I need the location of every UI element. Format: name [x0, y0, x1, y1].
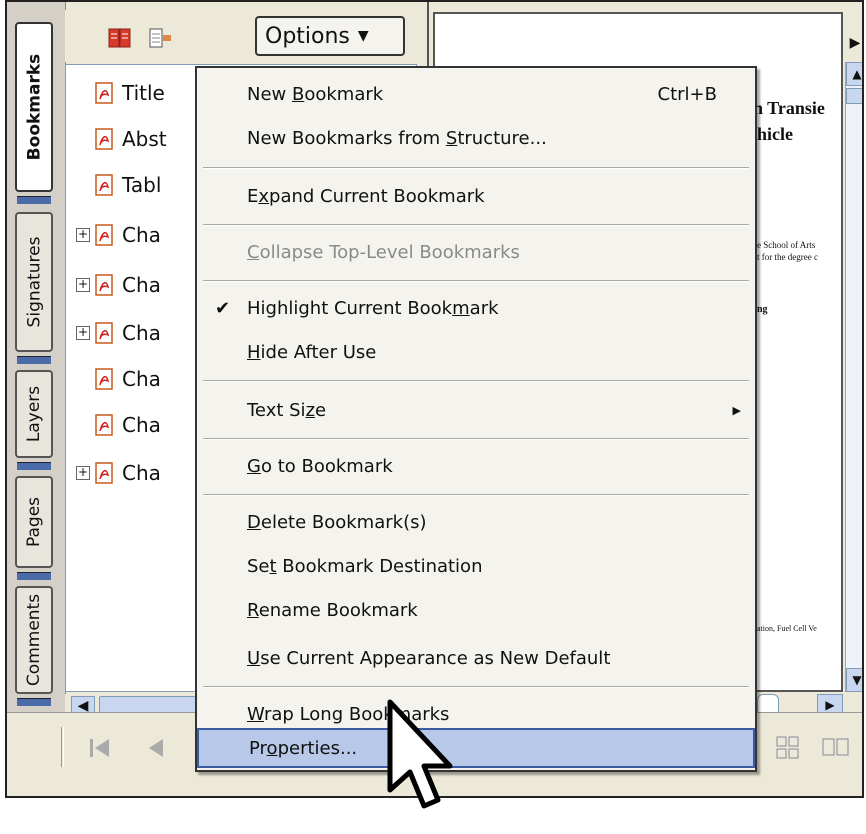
bookmark-label: Cha [122, 321, 161, 345]
menu-separator [203, 380, 749, 382]
new-bookmark-icon[interactable] [147, 26, 173, 50]
navigation-tab-strip: Bookmarks Signatures Layers Pages Commen… [7, 2, 66, 712]
scroll-right-button[interactable]: ▶ [845, 28, 862, 58]
menu-item-collapse-top-level-bookmarks: Collapse Top-Level Bookmarks [247, 241, 520, 263]
previous-page-icon[interactable] [141, 733, 171, 763]
bookmark-label: Tabl [122, 173, 162, 197]
scroll-down-button[interactable]: ▼ [846, 668, 862, 692]
first-page-icon[interactable] [85, 733, 115, 763]
divider [61, 727, 64, 767]
menu-item-expand-current-bookmark[interactable]: Expand Current Bookmark [197, 176, 755, 216]
bookmark-item[interactable]: Abst [76, 119, 167, 159]
bookmark-item[interactable]: + Cha [76, 265, 161, 305]
bookmark-label: Cha [122, 273, 161, 297]
expand-icon[interactable]: + [76, 228, 90, 242]
tab-signatures[interactable]: Signatures [15, 212, 53, 352]
tab-grip [17, 572, 51, 580]
options-menu-button[interactable]: Options ▼ [255, 16, 405, 56]
options-context-menu: New Bookmark Ctrl+B New Bookmarks from S… [195, 66, 757, 772]
pdf-page-icon [95, 462, 113, 484]
menu-item-text-size[interactable]: Text Size ▶ [197, 390, 755, 430]
bookmark-label: Cha [122, 367, 161, 391]
pdf-page-icon [95, 322, 113, 344]
delete-bookmark-icon[interactable] [107, 26, 133, 50]
menu-separator [203, 494, 749, 496]
options-label: Options [265, 23, 350, 49]
pdf-page-icon [95, 128, 113, 150]
tab-layers-label: Layers [24, 385, 45, 443]
bookmark-item[interactable]: + Cha [76, 453, 161, 493]
doc-title-line: n Transie [753, 98, 825, 118]
pdf-page-icon [95, 224, 113, 246]
pdf-page-icon [95, 414, 113, 436]
chevron-down-icon: ▼ [357, 28, 369, 44]
menu-separator [203, 438, 749, 440]
tab-grip [17, 196, 51, 204]
submenu-arrow-icon: ▶ [732, 403, 741, 417]
scroll-up-button[interactable]: ▲ [846, 62, 862, 86]
menu-separator [203, 224, 749, 226]
doc-title-line: hicle [757, 124, 793, 144]
bookmark-item[interactable]: + Cha [76, 215, 161, 255]
bookmark-item[interactable]: Title [76, 73, 165, 113]
menu-separator [203, 280, 749, 282]
tab-bookmarks[interactable]: Bookmarks [15, 22, 53, 192]
document-vertical-scrollbar[interactable]: ▲ ▼ [845, 62, 862, 692]
tab-signatures-label: Signatures [24, 236, 44, 328]
menu-item-new-bookmarks-from-structure[interactable]: New Bookmarks from Structure... [197, 118, 755, 158]
checkmark-icon: ✔ [215, 297, 231, 319]
menu-item-rename-bookmark[interactable]: Rename Bookmark [197, 590, 755, 630]
mouse-cursor-icon [387, 699, 453, 809]
bookmark-item[interactable]: Cha [76, 405, 161, 445]
tab-grip [17, 698, 51, 706]
menu-item-new-bookmark[interactable]: New Bookmark Ctrl+B [197, 74, 755, 114]
menu-separator [203, 167, 749, 169]
bookmark-item[interactable]: Tabl [76, 165, 161, 205]
tab-pages[interactable]: Pages [15, 476, 53, 568]
bookmark-label: Title [122, 81, 165, 105]
expand-icon[interactable]: + [76, 278, 90, 292]
tab-comments[interactable]: Comments [15, 586, 53, 694]
menu-item-hide-after-use[interactable]: Hide After Use [197, 332, 755, 372]
bookmark-label: Cha [122, 461, 161, 485]
pdf-page-icon [95, 368, 113, 390]
expand-icon[interactable]: + [76, 466, 90, 480]
menu-item-properties[interactable]: Properties... [197, 728, 755, 768]
bookmark-label: Cha [122, 223, 161, 247]
menu-item-set-bookmark-destination[interactable]: Set Bookmark Destination [197, 546, 755, 586]
shortcut-label: Ctrl+B [657, 83, 717, 105]
bookmark-item[interactable]: Cha [76, 359, 161, 399]
bookmarks-toolbar: Options ▼ × [65, 10, 450, 62]
pdf-page-icon [95, 174, 113, 196]
menu-item-highlight-current-bookmark[interactable]: ✔ Highlight Current Bookmark [197, 288, 755, 328]
doc-text-line: t for the degree c [757, 252, 818, 262]
tab-pages-label: Pages [24, 496, 45, 548]
tab-grip [17, 356, 51, 364]
tab-bookmarks-label: Bookmarks [24, 53, 44, 161]
pdf-page-icon [95, 274, 113, 296]
bookmark-item[interactable]: + Cha [76, 313, 161, 353]
doc-text-line: e School of Arts [757, 240, 816, 250]
tab-grip [17, 462, 51, 470]
pdf-page-icon [95, 82, 113, 104]
bookmark-label: Cha [122, 413, 161, 437]
menu-item-go-to-bookmark[interactable]: Go to Bookmark [197, 446, 755, 486]
scroll-thumb[interactable] [846, 88, 862, 104]
bookmark-label: Abst [122, 127, 167, 151]
facing-layout-icon[interactable] [819, 733, 853, 763]
expand-icon[interactable]: + [76, 326, 90, 340]
menu-separator [203, 686, 749, 688]
menu-item-delete-bookmarks[interactable]: Delete Bookmark(s) [197, 502, 755, 542]
continuous-layout-icon[interactable] [773, 733, 803, 763]
doc-text-line: ation, Fuel Cell Ve [757, 624, 817, 633]
menu-item-use-current-appearance[interactable]: Use Current Appearance as New Default [197, 638, 755, 678]
doc-text-line: ng [757, 304, 768, 315]
tab-layers[interactable]: Layers [15, 370, 53, 458]
tab-comments-label: Comments [24, 593, 44, 687]
